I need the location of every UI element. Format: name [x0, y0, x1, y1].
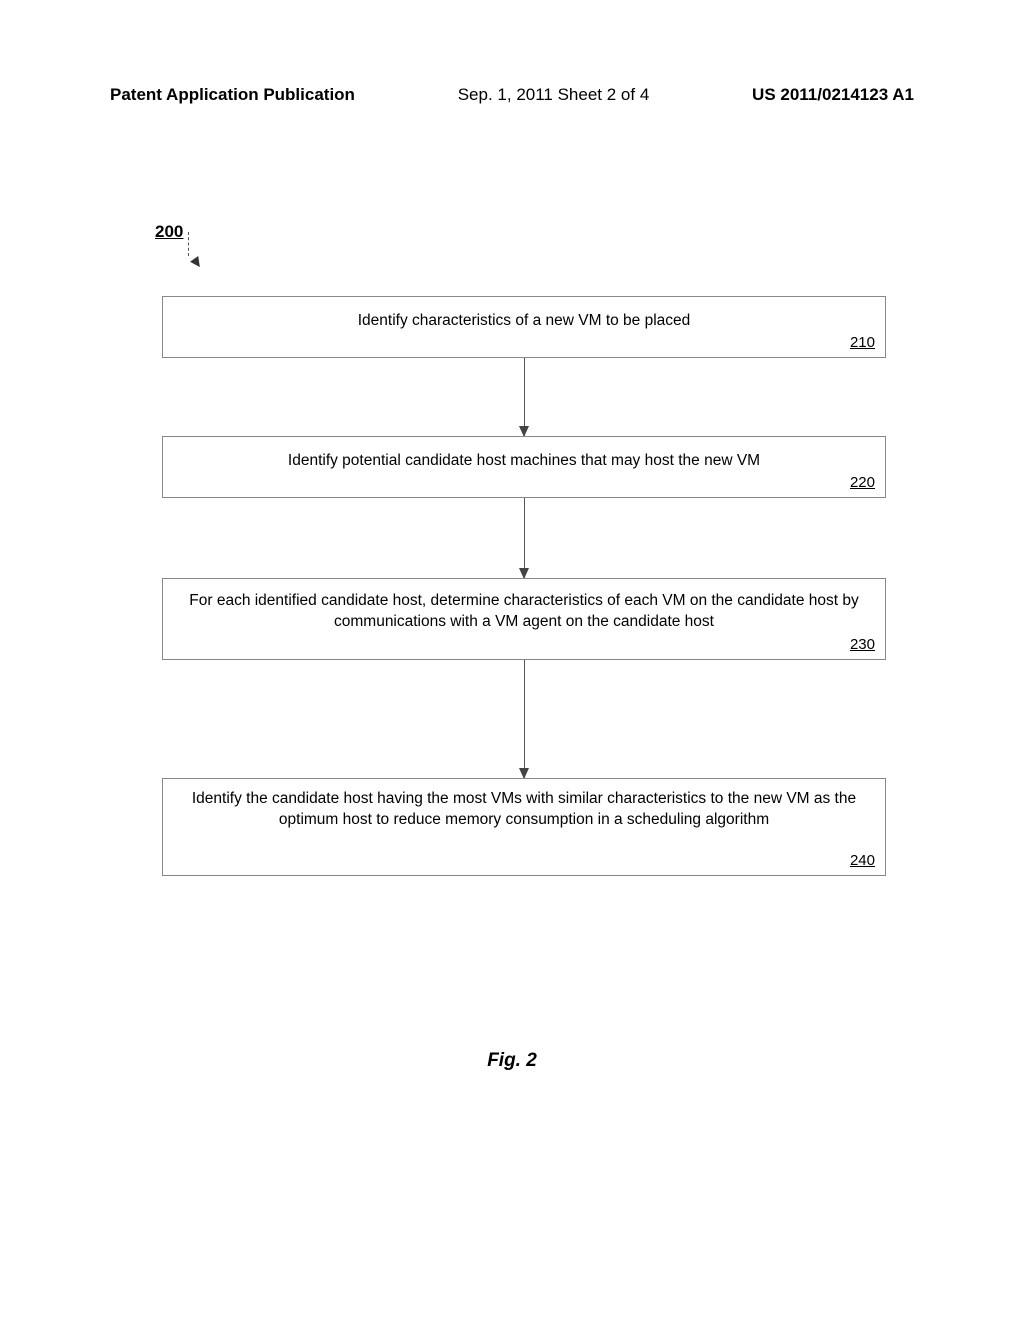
diagram-reference-number: 200	[155, 222, 183, 242]
flowchart-step-210: Identify characteristics of a new VM to …	[162, 296, 886, 358]
leader-arrowhead-icon	[190, 256, 204, 270]
header-publication: Patent Application Publication	[110, 85, 355, 105]
step-text: Identify the candidate host having the m…	[192, 790, 856, 828]
step-text: Identify characteristics of a new VM to …	[358, 312, 691, 329]
step-text: For each identified candidate host, dete…	[189, 592, 858, 630]
page-header: Patent Application Publication Sep. 1, 2…	[0, 85, 1024, 105]
step-text: Identify potential candidate host machin…	[288, 452, 760, 469]
header-sheet-info: Sep. 1, 2011 Sheet 2 of 4	[458, 85, 650, 105]
flowchart-arrow-icon	[524, 660, 525, 778]
leader-line	[188, 232, 189, 256]
flowchart-arrow-icon	[524, 498, 525, 578]
flowchart-step-220: Identify potential candidate host machin…	[162, 436, 886, 498]
figure-caption: Fig. 2	[0, 1050, 1024, 1072]
flowchart-step-240: Identify the candidate host having the m…	[162, 778, 886, 876]
step-ref: 230	[850, 635, 875, 655]
flowchart-step-230: For each identified candidate host, dete…	[162, 578, 886, 660]
flowchart-arrow-icon	[524, 358, 525, 436]
header-pub-number: US 2011/0214123 A1	[752, 85, 914, 105]
flowchart: Identify characteristics of a new VM to …	[162, 296, 886, 876]
step-ref: 210	[850, 333, 875, 353]
step-ref: 220	[850, 473, 875, 493]
step-ref: 240	[850, 851, 875, 871]
